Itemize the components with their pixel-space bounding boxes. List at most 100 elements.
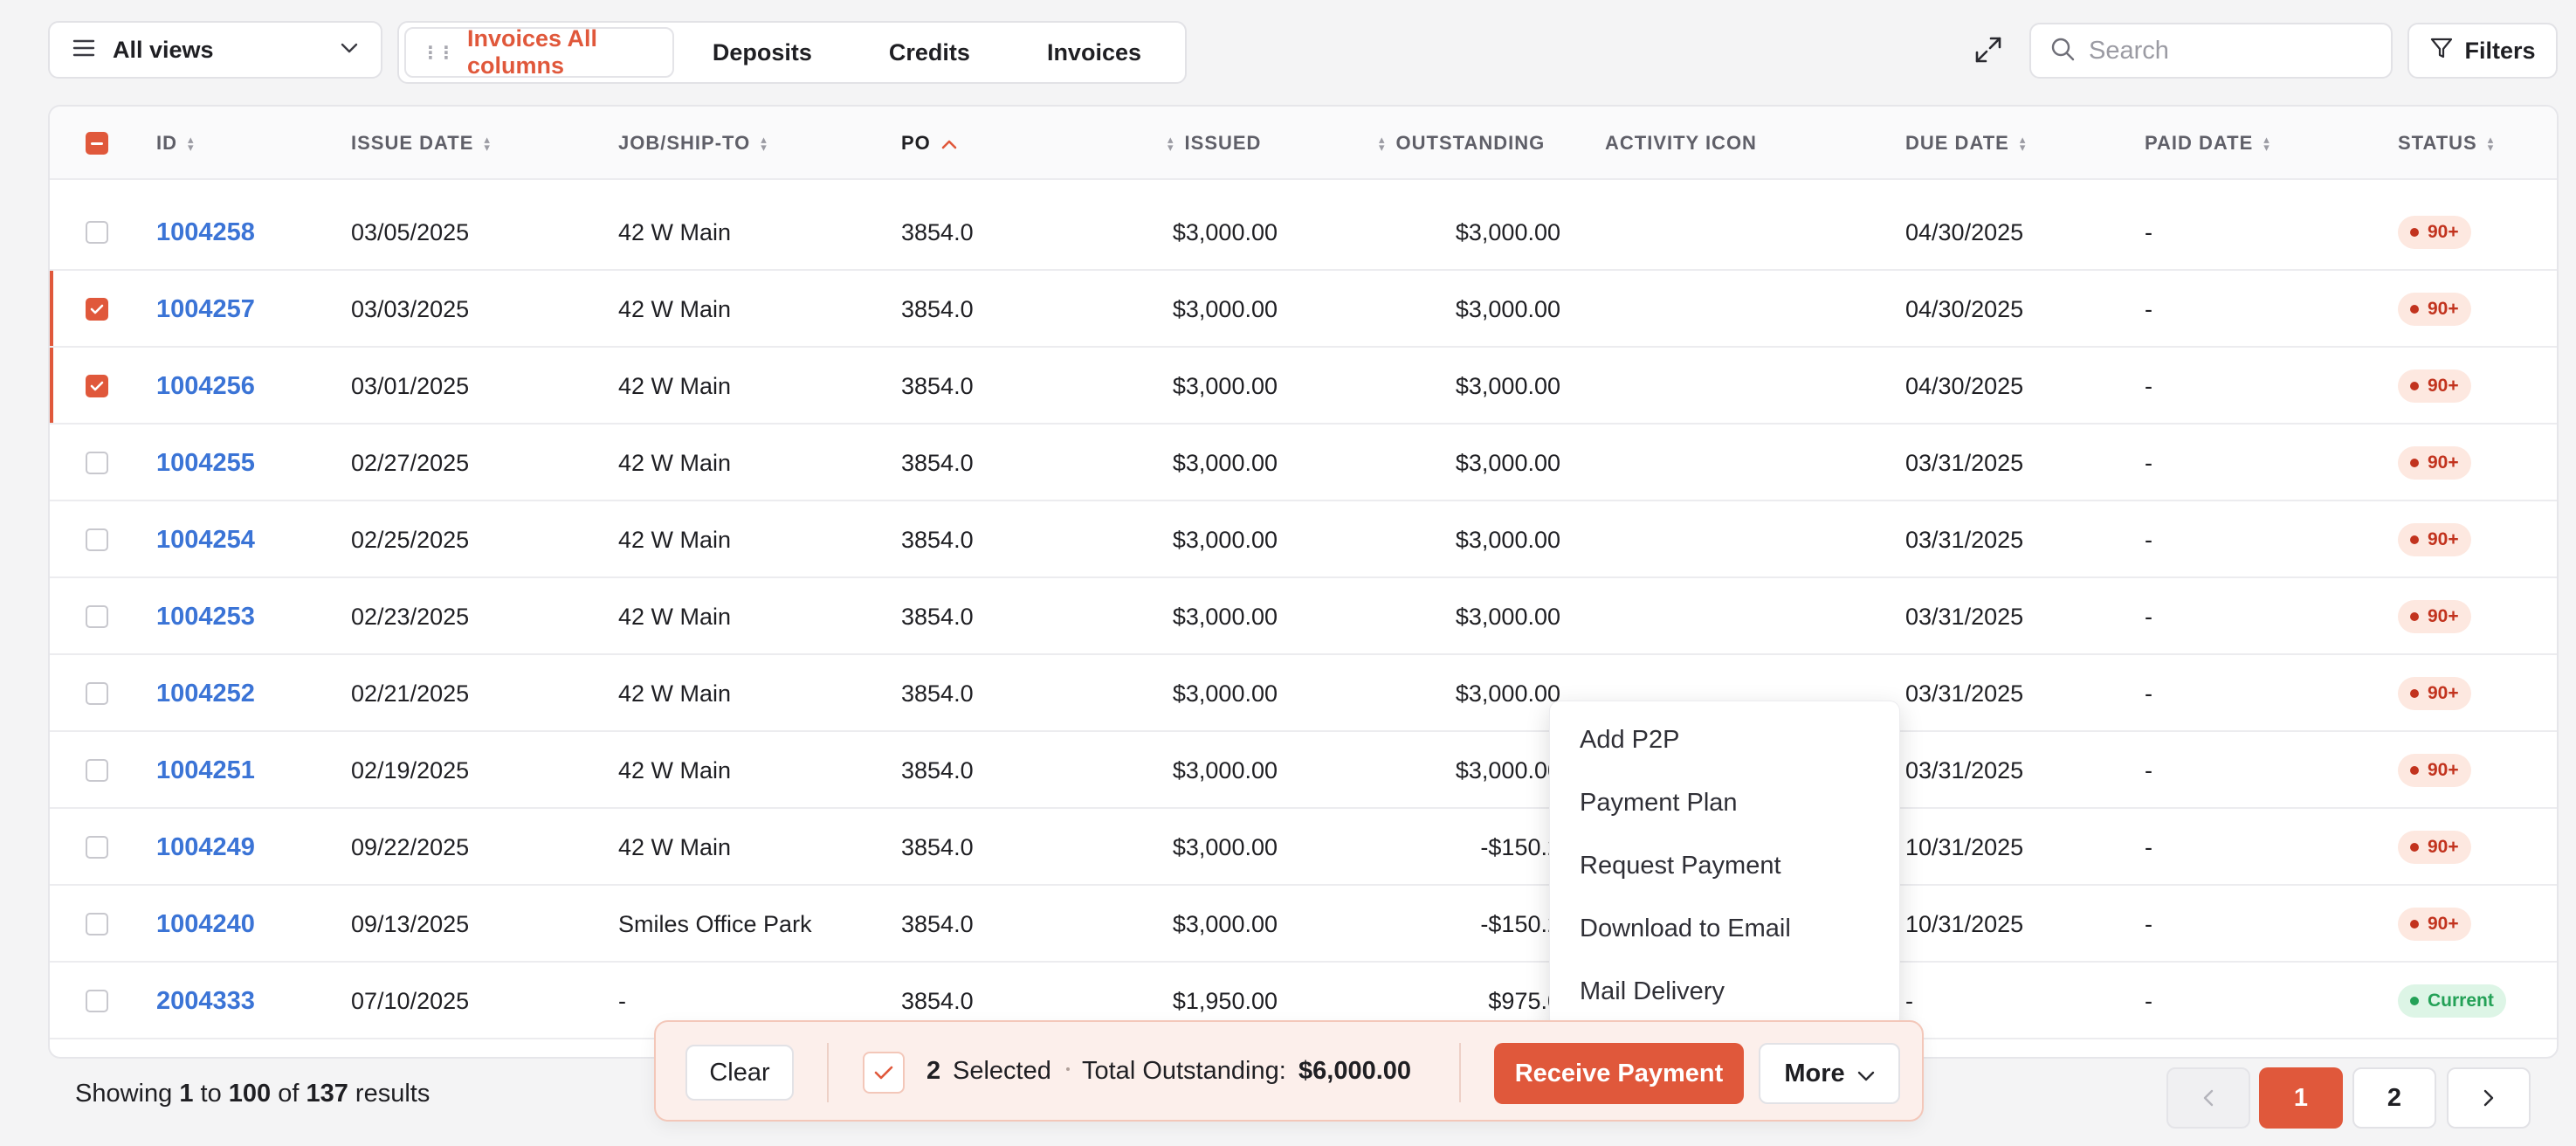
tab-invoices[interactable]: Invoices [1009, 27, 1180, 78]
invoice-id-link[interactable]: 1004257 [156, 271, 255, 348]
table-row[interactable]: 1004251 02/19/2025 42 W Main 3854.0 $3,000.0… [50, 732, 2557, 809]
row-checkbox[interactable] [86, 298, 108, 321]
column-label: JOB/SHIP-TO [618, 132, 751, 154]
table-row[interactable]: 1004257 03/03/2025 42 W Main 3854.0 $3,000.0… [50, 271, 2557, 348]
due-date-cell: 10/31/2025 [1905, 833, 2024, 860]
invoice-id-link[interactable]: 1004251 [156, 732, 255, 809]
table-row[interactable]: 1004255 02/27/2025 42 W Main 3854.0 $3,000.0… [50, 425, 2557, 501]
status-cell: 90+ [2398, 886, 2471, 963]
menu-item-mail-delivery[interactable]: Mail Delivery [1550, 960, 1899, 1023]
column-header-job[interactable]: JOB/SHIP-TO ▴ ▾ [618, 107, 768, 180]
job-ship-to-cell: 42 W Main [618, 756, 732, 784]
invoice-id-link[interactable]: 1004256 [156, 348, 255, 425]
table-row[interactable]: 1004252 02/21/2025 42 W Main 3854.0 $3,000.0… [50, 655, 2557, 732]
row-checkbox[interactable] [86, 759, 108, 782]
tab-credits[interactable]: Credits [851, 27, 1009, 78]
menu-item-payment-plan[interactable]: Payment Plan [1550, 771, 1899, 834]
filters-button[interactable]: Filters [2407, 23, 2558, 79]
table-row[interactable]: 1004256 03/01/2025 42 W Main 3854.0 $3,000.0… [50, 348, 2557, 425]
column-header-paid-date[interactable]: PAID DATE ▴ ▾ [2145, 107, 2270, 180]
bulk-selection-bar: Clear 2 Selected Total Outstanding: $6,0… [654, 1020, 1924, 1122]
column-header-outstanding[interactable]: ▴ ▾ OUTSTANDING [1379, 107, 1545, 180]
status-cell: Current [2398, 963, 2506, 1039]
invoice-id-link[interactable]: 1004254 [156, 501, 255, 578]
page-button-2[interactable]: 2 [2352, 1067, 2436, 1129]
row-checkbox[interactable] [86, 682, 108, 705]
view-tabs: ⋮⋮ Invoices All columns Deposits Credits… [397, 21, 1187, 84]
due-date-cell: 03/31/2025 [1905, 603, 2024, 630]
po-cell: 3854.0 [901, 603, 974, 630]
invoice-id-link[interactable]: 1004253 [156, 578, 255, 655]
column-header-issue-date[interactable]: ISSUE DATE ▴ ▾ [351, 107, 491, 180]
invoice-id-link[interactable]: 1004252 [156, 655, 255, 732]
selection-check-icon[interactable] [863, 1052, 905, 1094]
search-icon [2050, 37, 2075, 66]
table-row[interactable]: 1004253 02/23/2025 42 W Main 3854.0 $3,000.0… [50, 578, 2557, 655]
showing-label: Showing [75, 1080, 173, 1108]
tab-label: Invoices All columns [467, 25, 598, 79]
checkmark-icon [90, 381, 104, 391]
row-checkbox[interactable] [86, 452, 108, 474]
search-box[interactable] [2029, 23, 2393, 79]
po-cell: 3854.0 [901, 526, 974, 553]
receive-payment-button[interactable]: Receive Payment [1494, 1043, 1744, 1104]
select-all-checkbox[interactable] [86, 132, 108, 155]
column-header-status[interactable]: STATUS ▴ ▾ [2398, 107, 2494, 180]
column-header-po[interactable]: PO [901, 107, 957, 180]
expand-icon[interactable] [1972, 33, 2005, 66]
invoice-id-link[interactable]: 1004249 [156, 809, 255, 886]
table-row[interactable]: 1004240 09/13/2025 Smiles Office Park 3854.… [50, 886, 2557, 963]
more-button[interactable]: More [1759, 1043, 1900, 1104]
chevron-down-icon [1857, 1060, 1875, 1088]
due-date-cell: 10/31/2025 [1905, 910, 2024, 937]
page-button-1[interactable]: 1 [2259, 1067, 2343, 1129]
menu-item-download-to-email[interactable]: Download to Email [1550, 897, 1899, 960]
clear-selection-button[interactable]: Clear [685, 1045, 794, 1101]
next-page-button[interactable] [2447, 1067, 2531, 1129]
views-select[interactable]: All views [48, 21, 382, 79]
previous-page-button[interactable] [2166, 1067, 2250, 1129]
invoice-id-link[interactable]: 1004255 [156, 425, 255, 501]
search-input[interactable] [2089, 36, 2368, 66]
status-dot [2410, 228, 2419, 237]
row-checkbox[interactable] [86, 990, 108, 1012]
issued-cell: $3,000.00 [1172, 372, 1278, 399]
menu-item-add-p2p[interactable]: Add P2P [1550, 708, 1899, 771]
range-start: 1 [179, 1080, 194, 1108]
sort-icon: ▴ ▾ [761, 133, 768, 154]
tab-invoices-all-columns[interactable]: ⋮⋮ Invoices All columns [404, 25, 674, 79]
status-cell: 90+ [2398, 271, 2471, 348]
status-badge: 90+ [2398, 677, 2471, 710]
po-cell: 3854.0 [901, 833, 974, 860]
tab-label: Credits [888, 38, 970, 66]
outstanding-cell: $3,000.00 [1455, 449, 1560, 476]
table-row[interactable]: 1004258 03/05/2025 42 W Main 3854.0 $3,000.0… [50, 194, 2557, 271]
column-label: ACTIVITY ICON [1605, 132, 1757, 154]
row-checkbox[interactable] [86, 528, 108, 551]
row-checkbox[interactable] [86, 836, 108, 859]
column-header-issued[interactable]: ▴ ▾ ISSUED [1167, 107, 1261, 180]
column-header-due-date[interactable]: DUE DATE ▴ ▾ [1905, 107, 2026, 180]
invoice-id-link[interactable]: 1004258 [156, 194, 255, 271]
menu-item-request-payment[interactable]: Request Payment [1550, 834, 1899, 897]
issue-date-cell: 03/05/2025 [351, 218, 470, 245]
invoice-id-link[interactable]: 1004240 [156, 886, 255, 963]
table-row[interactable]: 1004249 09/22/2025 42 W Main 3854.0 $3,000.0… [50, 809, 2557, 886]
invoice-id-link[interactable]: 2004333 [156, 963, 255, 1039]
status-label: 90+ [2428, 222, 2459, 242]
row-checkbox[interactable] [86, 221, 108, 244]
row-checkbox[interactable] [86, 605, 108, 628]
job-ship-to-cell: 42 W Main [618, 295, 732, 322]
column-header-id[interactable]: ID ▴ ▾ [156, 107, 195, 180]
table-row[interactable]: 1004254 02/25/2025 42 W Main 3854.0 $3,000.0… [50, 501, 2557, 578]
column-label: PO [901, 132, 931, 154]
tab-deposits[interactable]: Deposits [674, 27, 851, 78]
paid-date-cell: - [2145, 756, 2152, 784]
po-cell: 3854.0 [901, 295, 974, 322]
row-checkbox[interactable] [86, 913, 108, 935]
drag-handle-icon[interactable]: ⋮⋮ [422, 42, 455, 64]
status-dot [2410, 612, 2419, 621]
column-header-activity-icon[interactable]: ACTIVITY ICON [1605, 107, 1757, 180]
divider [1459, 1043, 1461, 1102]
row-checkbox[interactable] [86, 375, 108, 397]
